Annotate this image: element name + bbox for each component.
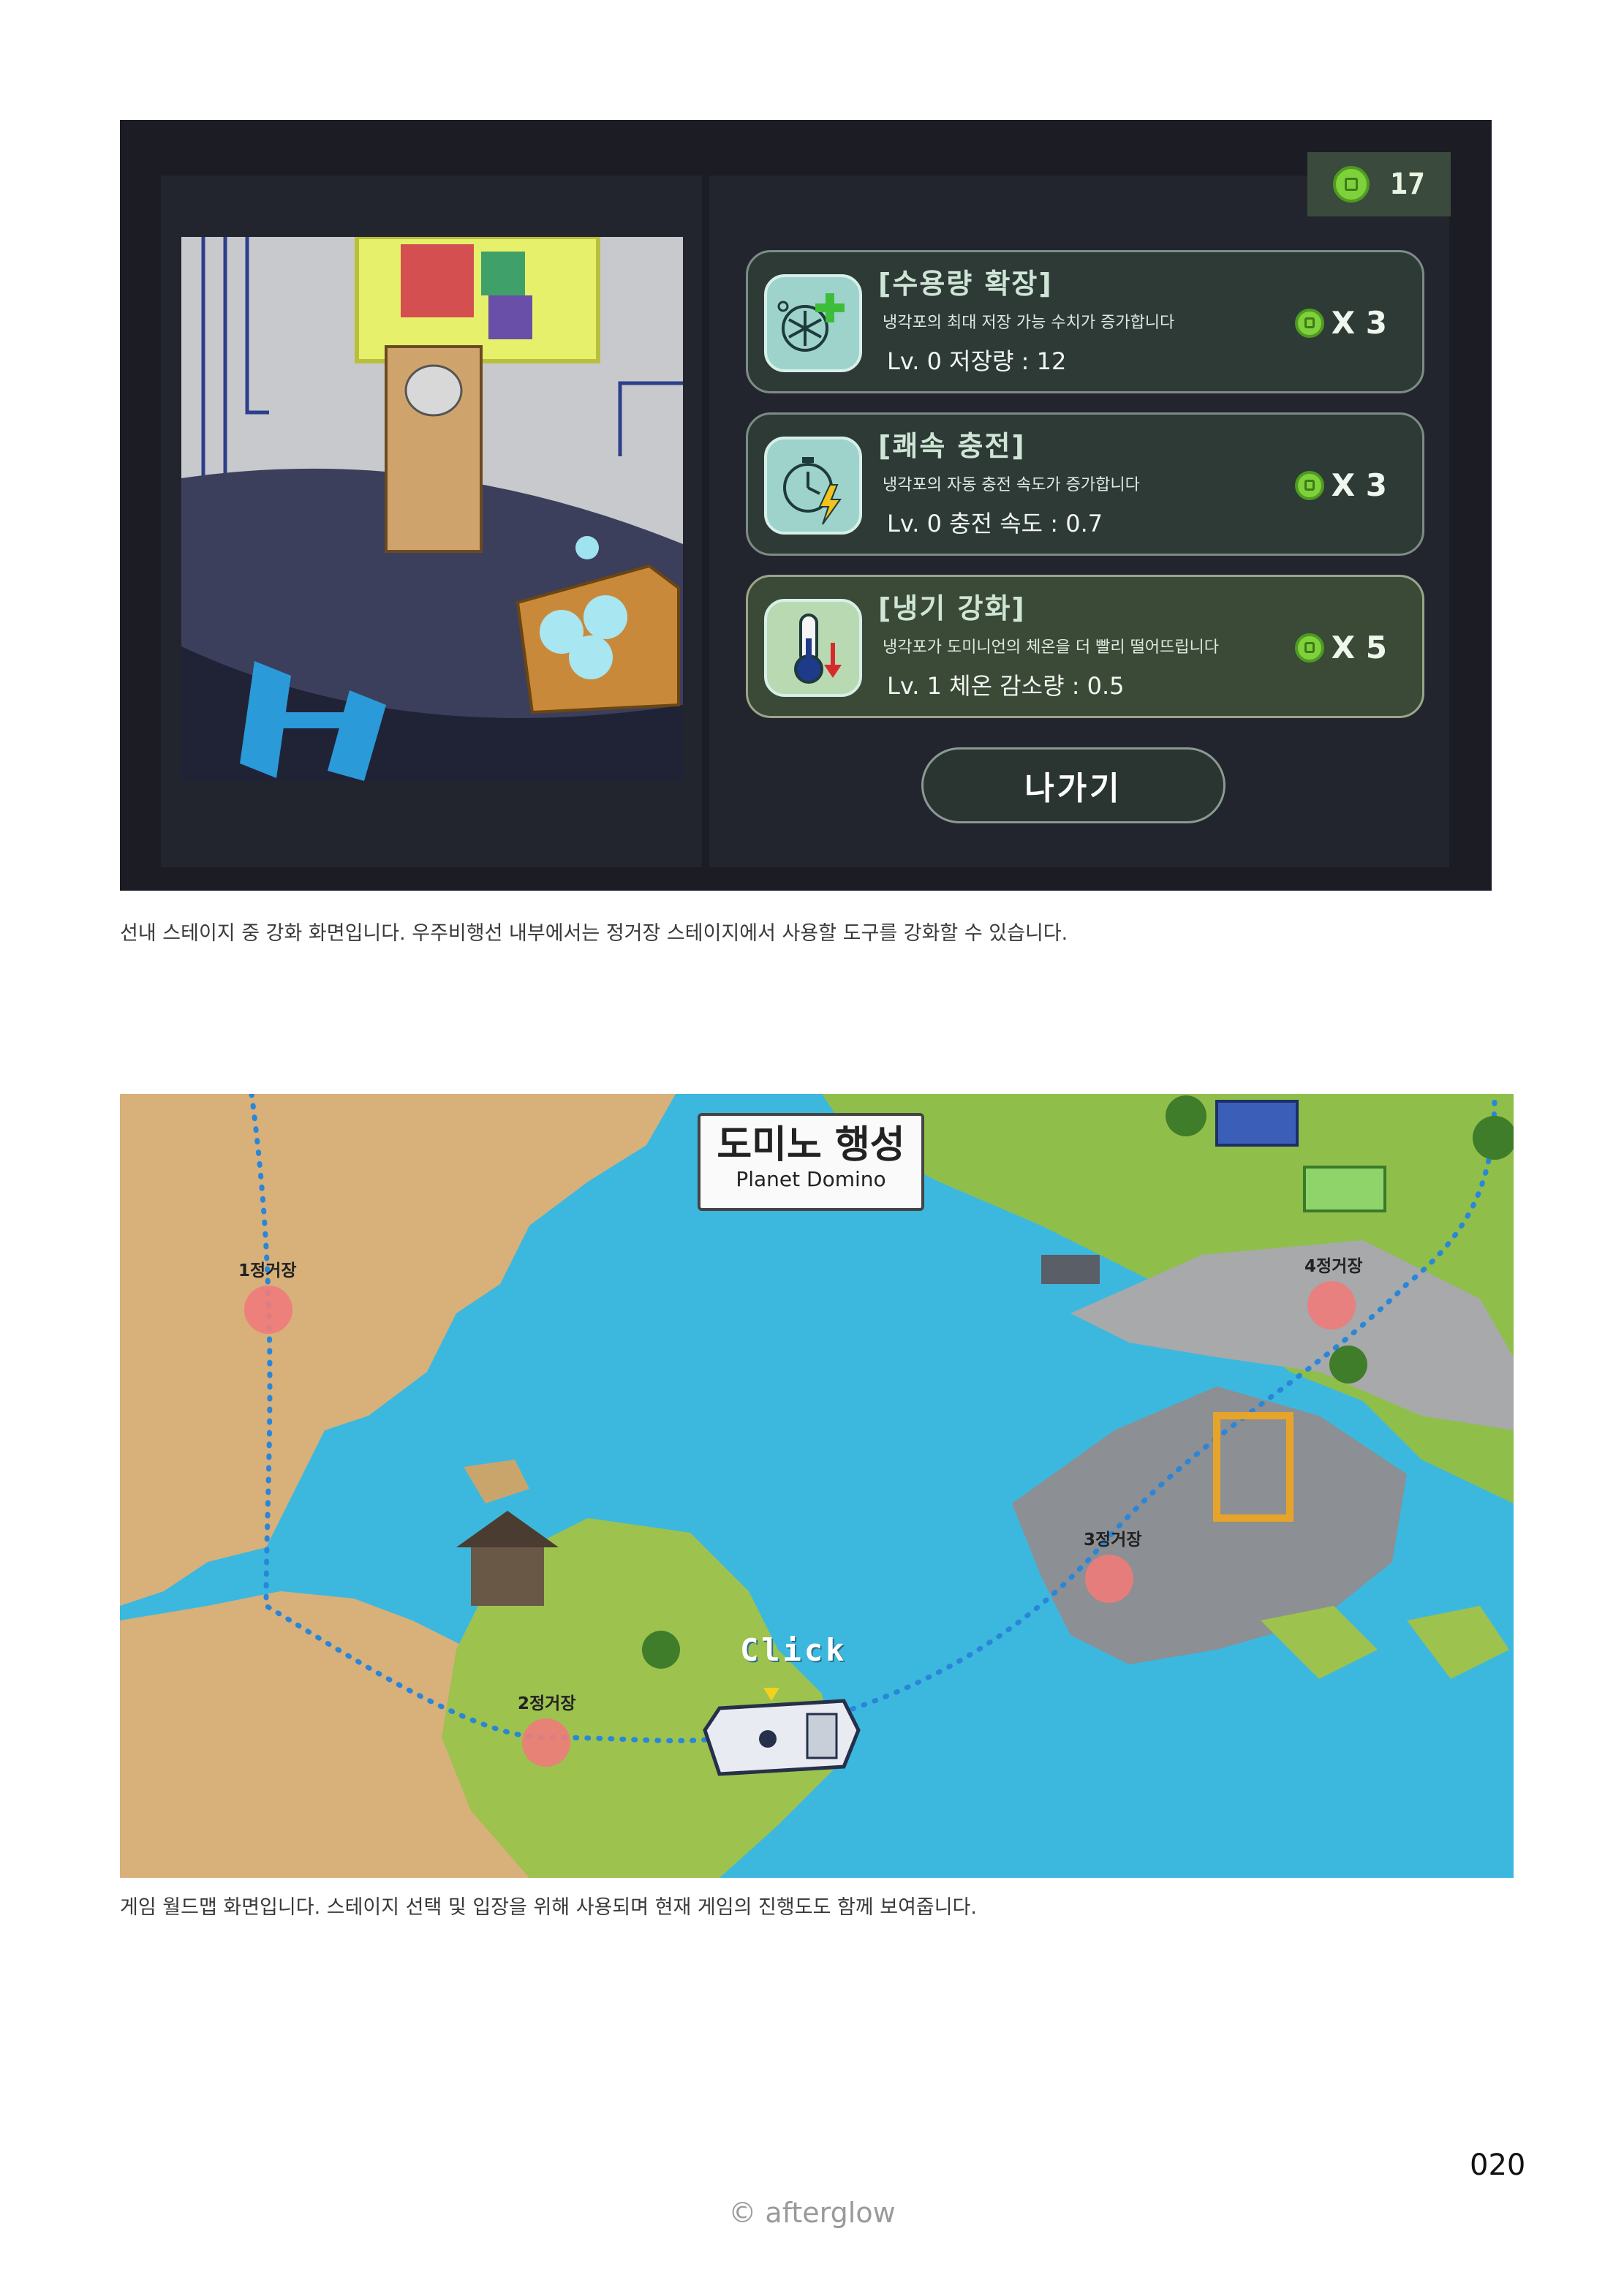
page-number: 020 bbox=[1470, 2148, 1526, 2182]
upgrade-card-capacity[interactable]: [수용량 확장] 냉각포의 최대 저장 가능 수치가 증가합니다 Lv. 0 저… bbox=[746, 250, 1424, 393]
card-description: 냉각포의 최대 저장 가능 수치가 증가합니다 bbox=[883, 314, 1175, 332]
coin-count: 17 bbox=[1389, 167, 1426, 201]
caption-world-map: 게임 월드맵 화면입니다. 스테이지 선택 및 입장을 위해 사용되며 현재 게… bbox=[120, 1896, 978, 1919]
footer-copyright: © afterglow bbox=[728, 2197, 896, 2229]
card-description: 냉각포가 도미니언의 체온을 더 빨리 떨어뜨립니다 bbox=[883, 638, 1220, 657]
map-title-sign: 도미노 행성 Planet Domino bbox=[698, 1113, 924, 1211]
exit-button[interactable]: 나가기 bbox=[921, 747, 1225, 823]
coin-counter: 17 bbox=[1307, 152, 1451, 216]
thermometer-down-icon bbox=[764, 599, 862, 697]
stage-3-marker[interactable] bbox=[1085, 1555, 1133, 1603]
world-map bbox=[120, 1094, 1514, 1878]
coin-icon bbox=[1294, 308, 1324, 338]
stage-1-label: 1정거장 bbox=[238, 1261, 297, 1280]
world-map-screen: 도미노 행성 Planet Domino 1정거장 2정거장 3정거장 4정거장… bbox=[120, 1094, 1514, 1878]
stage-2-marker[interactable] bbox=[522, 1718, 570, 1767]
stopwatch-bolt-icon bbox=[764, 437, 862, 535]
stage-3-label: 3정거장 bbox=[1084, 1531, 1142, 1550]
coin-icon bbox=[1294, 470, 1324, 500]
card-level: Lv. 0 저장량 : 12 bbox=[887, 347, 1067, 375]
card-cost: X 5 bbox=[1294, 630, 1387, 665]
stage-2-label: 2정거장 bbox=[518, 1694, 576, 1713]
card-title: [쾌속 충전] bbox=[878, 430, 1026, 462]
card-level: Lv. 0 충전 속도 : 0.7 bbox=[887, 510, 1103, 537]
caption-upgrade: 선내 스테이지 중 강화 화면입니다. 우주비행선 내부에서는 정거장 스테이지… bbox=[120, 922, 1068, 945]
upgrade-screen: 17 [수용량 확장] 냉각포의 최대 저장 가능 수치가 증가합니다 Lv. … bbox=[120, 120, 1492, 891]
coin-icon bbox=[1332, 166, 1370, 203]
card-cost: X 3 bbox=[1294, 467, 1387, 503]
cost-value: X 5 bbox=[1331, 630, 1387, 665]
stage-4-marker[interactable] bbox=[1307, 1281, 1356, 1329]
upgrade-card-charge[interactable]: [쾌속 충전] 냉각포의 자동 충전 속도가 증가합니다 Lv. 0 충전 속도… bbox=[746, 412, 1424, 556]
card-level: Lv. 1 체온 감소량 : 0.5 bbox=[887, 672, 1125, 700]
map-title-kr: 도미노 행성 bbox=[717, 1123, 905, 1167]
click-hint: Click bbox=[740, 1632, 847, 1668]
card-description: 냉각포의 자동 충전 속도가 증가합니다 bbox=[883, 476, 1140, 494]
stage-1-marker[interactable] bbox=[244, 1286, 292, 1334]
upgrade-card-cooling[interactable]: [냉기 강화] 냉각포가 도미니언의 체온을 더 빨리 떨어뜨립니다 Lv. 1… bbox=[746, 575, 1424, 718]
card-title: [수용량 확장] bbox=[878, 268, 1053, 300]
cost-value: X 3 bbox=[1331, 467, 1387, 503]
card-cost: X 3 bbox=[1294, 305, 1387, 341]
map-title-en: Planet Domino bbox=[736, 1167, 886, 1191]
stage-4-label: 4정거장 bbox=[1304, 1257, 1363, 1276]
card-title: [냉기 강화] bbox=[878, 592, 1026, 624]
coin-icon bbox=[1294, 633, 1324, 663]
cost-value: X 3 bbox=[1331, 305, 1387, 341]
ship-interior-scene bbox=[181, 237, 683, 781]
snowflake-plus-icon bbox=[764, 274, 862, 372]
